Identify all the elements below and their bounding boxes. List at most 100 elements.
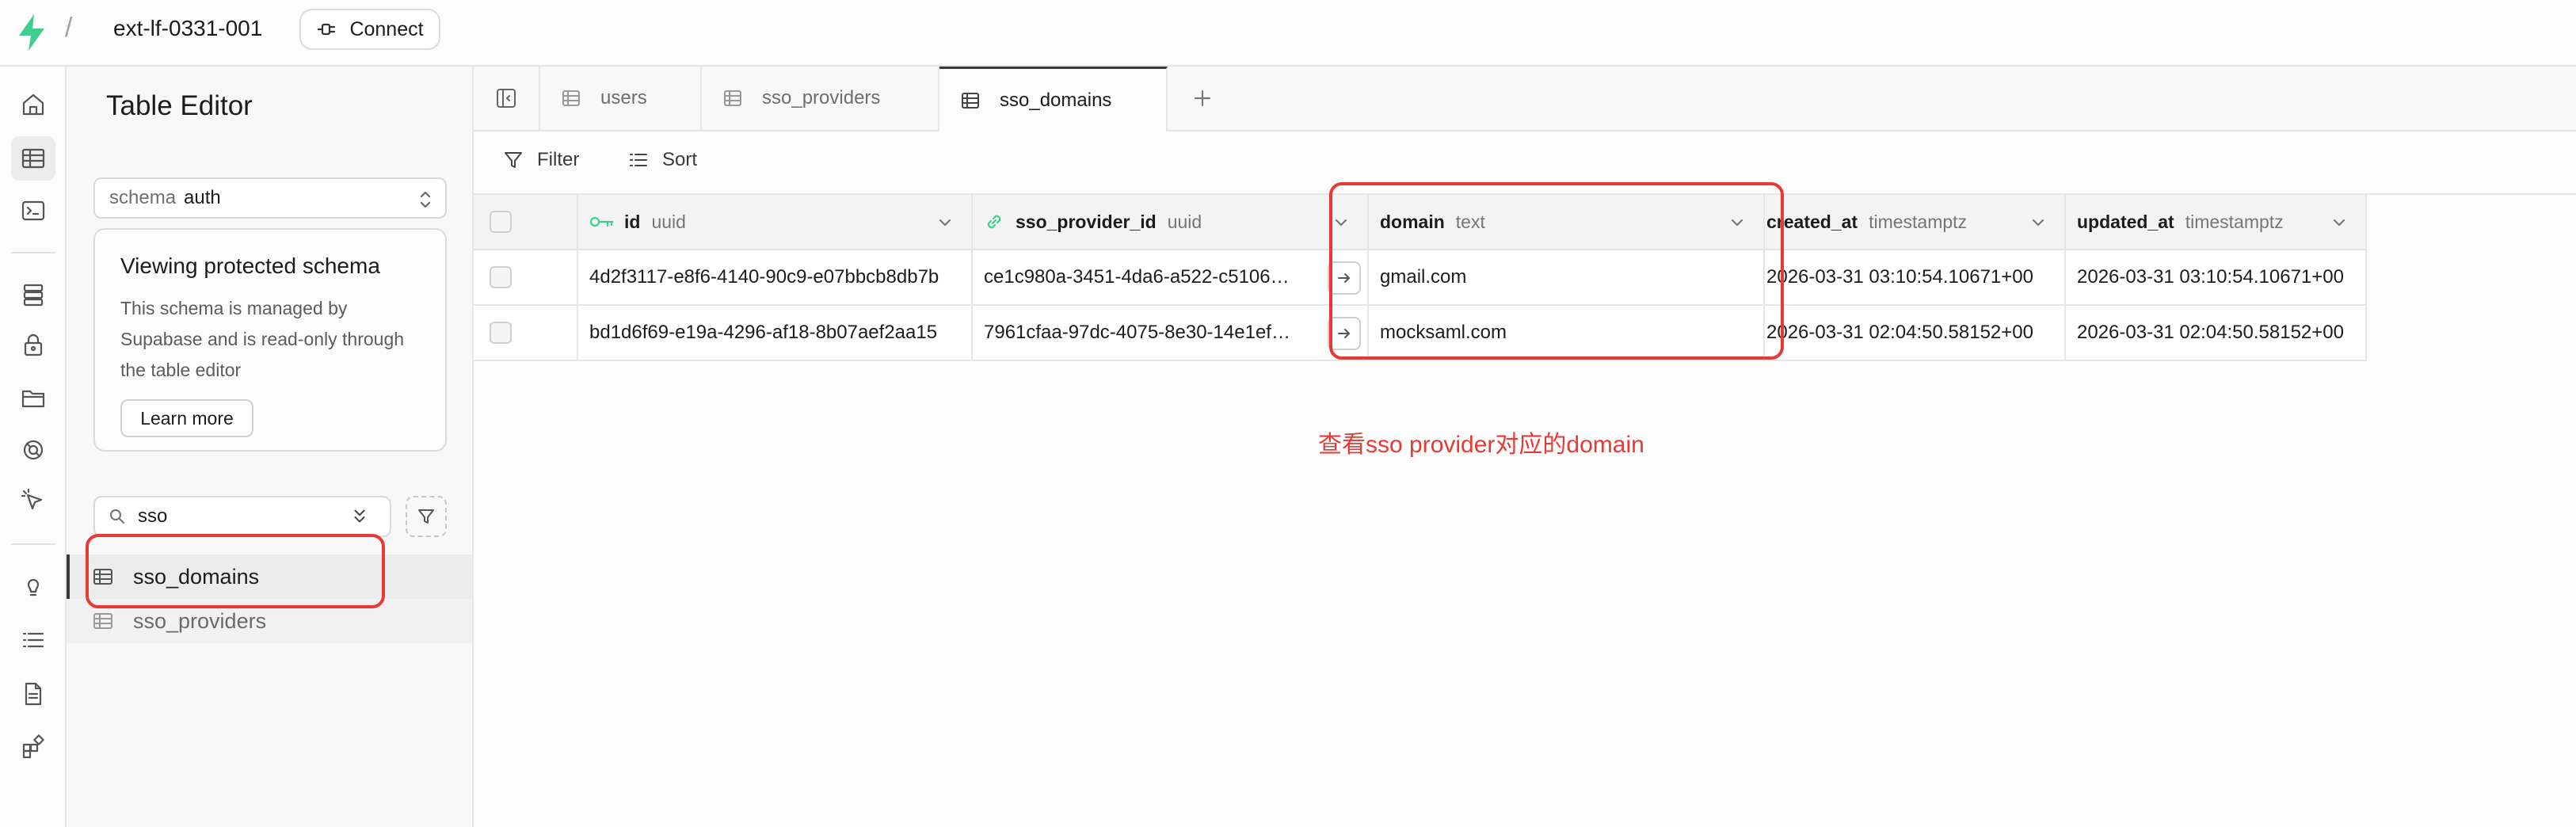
sidebar-toggle-icon	[497, 89, 516, 108]
tab-label: sso_providers	[762, 87, 881, 109]
cell-created-at[interactable]: 2026-03-31 03:10:54.10671+00	[1765, 250, 2066, 304]
notice-title: Viewing protected schema	[120, 253, 380, 278]
plug-icon	[318, 23, 336, 36]
connect-button[interactable]: Connect	[299, 9, 440, 50]
select-all-checkbox[interactable]	[490, 211, 512, 233]
schema-label: schema	[109, 187, 177, 208]
lightbulb-icon	[27, 578, 40, 596]
cursor-icon	[21, 488, 43, 510]
filter-tables-button[interactable]	[406, 496, 447, 537]
table-search-input[interactable]: sso	[93, 496, 391, 537]
cell-sso-provider-id[interactable]: ce1c980a-3451-4da6-a522-c5106…	[973, 250, 1369, 304]
highlight-box-domain-column	[1329, 182, 1784, 360]
sidebar-item-label: sso_providers	[133, 608, 267, 633]
column-type: uuid	[651, 211, 686, 232]
cell-id[interactable]: bd1d6f69-e19a-4296-af18-8b07aef2aa15	[578, 306, 973, 360]
lock-icon	[24, 333, 43, 356]
schema-select[interactable]: schema auth	[93, 177, 447, 219]
supabase-logo-icon[interactable]	[16, 13, 48, 52]
connect-label: Connect	[349, 17, 424, 40]
table-icon	[21, 148, 45, 169]
column-name: sso_provider_id	[1016, 211, 1157, 232]
cell-id[interactable]: 4d2f3117-e8f6-4140-90c9-e07bbcb8db7b	[578, 250, 973, 304]
rail-edge-functions[interactable]	[11, 478, 55, 523]
breadcrumb-separator: /	[65, 13, 73, 43]
home-icon	[22, 93, 44, 116]
column-type: uuid	[1167, 211, 1202, 232]
rail-api-docs[interactable]	[11, 672, 55, 716]
tab-bar: users sso_providers sso_domains	[474, 67, 2576, 131]
cell-updated-at[interactable]: 2026-03-31 02:04:50.58152+00	[2066, 306, 2367, 360]
table-editor-sidebar: Table Editor schema auth Viewing protect…	[67, 67, 474, 827]
database-icon	[23, 284, 44, 307]
column-type: timestamptz	[2185, 211, 2284, 232]
key-icon	[589, 216, 614, 227]
table-icon	[962, 92, 979, 109]
filter-icon	[418, 509, 434, 524]
rail-divider	[11, 543, 55, 545]
search-value: sso	[138, 505, 168, 527]
rail-logs[interactable]	[11, 618, 55, 662]
search-icon	[109, 509, 125, 524]
tab-label: sso_domains	[1000, 89, 1112, 111]
sort-label: Sort	[662, 149, 698, 170]
filter-label: Filter	[537, 149, 580, 170]
filter-button[interactable]: Filter	[502, 149, 579, 171]
column-type: timestamptz	[1869, 211, 1968, 232]
sidebar-title: Table Editor	[106, 90, 253, 121]
row-checkbox[interactable]	[490, 266, 512, 288]
terminal-icon	[21, 200, 45, 221]
top-bar: / ext-lf-0331-001 Connect	[0, 0, 2576, 67]
rail-sql-editor[interactable]	[11, 189, 55, 233]
chevron-down-icon[interactable]	[936, 214, 954, 231]
row-select-cell	[474, 306, 578, 360]
list-icon	[22, 632, 44, 648]
folder-icon	[21, 390, 45, 408]
schema-value: auth	[184, 187, 221, 208]
rail-storage[interactable]	[11, 375, 55, 420]
rail-divider	[11, 252, 55, 253]
tab-users[interactable]: users	[540, 67, 702, 130]
learn-more-button[interactable]: Learn more	[120, 399, 253, 437]
tab-sso-domains[interactable]: sso_domains	[939, 67, 1168, 131]
cell-created-at[interactable]: 2026-03-31 02:04:50.58152+00	[1765, 306, 2066, 360]
cell-sso-provider-id[interactable]: 7961cfaa-97dc-4075-8e30-14e1ef…	[973, 306, 1369, 360]
table-icon	[562, 90, 580, 106]
tab-label: users	[600, 87, 647, 109]
rail-database[interactable]	[11, 272, 55, 317]
column-header-updated-at[interactable]: updated_at timestamptz	[2066, 195, 2367, 249]
project-name[interactable]: ext-lf-0331-001	[113, 16, 262, 41]
cell-value: ce1c980a-3451-4da6-a522-c5106…	[984, 266, 1290, 288]
rail-integrations[interactable]	[11, 724, 55, 768]
column-name: id	[624, 211, 641, 232]
rail-home[interactable]	[11, 82, 55, 127]
chevron-down-icon[interactable]	[2330, 214, 2348, 231]
sort-list-icon	[630, 154, 647, 166]
rail-table-editor[interactable]	[11, 136, 55, 181]
realtime-icon	[23, 440, 44, 460]
column-header-created-at[interactable]: created_at timestamptz	[1765, 195, 2066, 249]
add-tab-button[interactable]	[1187, 82, 1218, 114]
toggle-sidebar-button[interactable]	[474, 67, 540, 130]
column-header-id[interactable]: id uuid	[578, 195, 973, 249]
rail-auth[interactable]	[11, 323, 55, 368]
cell-updated-at[interactable]: 2026-03-31 03:10:54.10671+00	[2066, 250, 2367, 304]
cell-value: 7961cfaa-97dc-4075-8e30-14e1ef…	[984, 322, 1290, 343]
filter-icon	[505, 152, 522, 168]
chevron-down-icon[interactable]	[2029, 214, 2047, 231]
protected-schema-notice: Viewing protected schema This schema is …	[93, 228, 447, 452]
rail-realtime[interactable]	[11, 428, 55, 472]
integrations-icon	[22, 734, 44, 759]
row-select-cell	[474, 250, 578, 304]
rail-advisors[interactable]	[11, 564, 55, 608]
annotation-text: 查看sso provider对应的domain	[1318, 432, 1644, 458]
column-header-sso-provider-id[interactable]: sso_provider_id uuid	[973, 195, 1369, 249]
table-icon	[93, 613, 112, 629]
select-all-cell	[474, 195, 578, 249]
tab-sso-providers[interactable]: sso_providers	[702, 67, 939, 130]
plus-icon	[1194, 90, 1211, 107]
row-checkbox[interactable]	[490, 322, 512, 344]
table-icon	[724, 90, 741, 106]
sort-button[interactable]: Sort	[627, 149, 697, 171]
chevrons-collapse-icon[interactable]	[350, 507, 369, 526]
